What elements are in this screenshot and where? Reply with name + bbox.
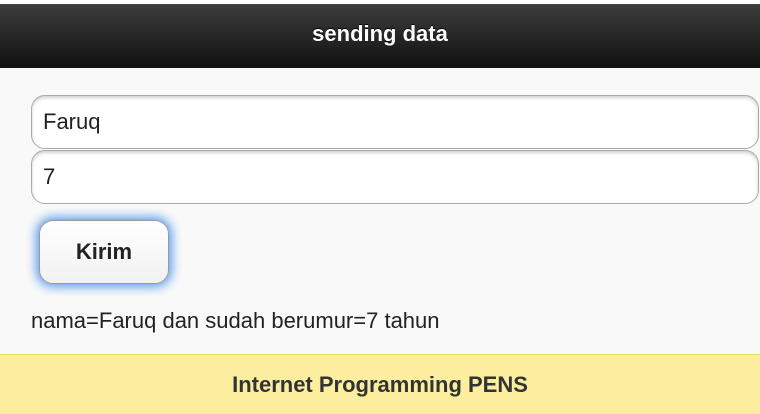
form-content: Kirim nama=Faruq dan sudah berumur=7 tah… xyxy=(0,68,760,354)
age-input[interactable] xyxy=(31,150,759,204)
kirim-button[interactable]: Kirim xyxy=(39,220,169,284)
page-header: sending data xyxy=(0,4,760,68)
name-input[interactable] xyxy=(31,95,759,149)
result-text: nama=Faruq dan sudah berumur=7 tahun xyxy=(31,308,440,333)
page-title: sending data xyxy=(312,21,448,46)
page-footer: Internet Programming PENS xyxy=(0,354,760,414)
footer-title: Internet Programming PENS xyxy=(232,372,528,397)
